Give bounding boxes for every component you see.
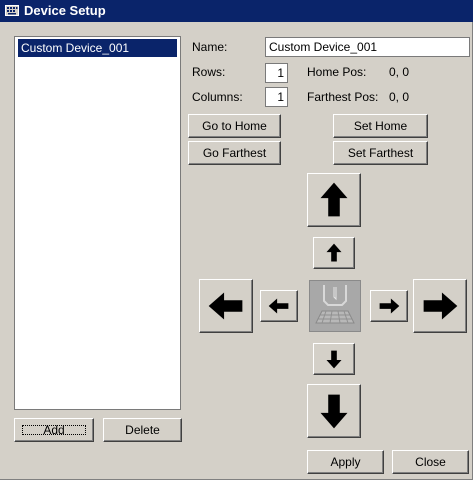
move-right-large-button[interactable] — [413, 279, 467, 333]
arrow-right-large-icon — [423, 292, 458, 320]
move-down-small-button[interactable] — [313, 343, 355, 375]
window-title: Device Setup — [24, 3, 106, 18]
farthest-pos-label: Farthest Pos: — [307, 90, 379, 104]
name-label: Name: — [192, 40, 228, 54]
set-home-button[interactable]: Set Home — [333, 114, 428, 138]
arrow-down-small-icon — [326, 350, 342, 369]
apply-button-label: Apply — [330, 455, 361, 469]
go-to-home-button[interactable]: Go to Home — [188, 114, 281, 138]
title-bar: Device Setup — [0, 0, 473, 22]
device-plate-icon — [315, 285, 355, 324]
set-farthest-label: Set Farthest — [347, 146, 414, 160]
rows-field[interactable]: 1 — [265, 63, 288, 83]
home-pos-value: 0, 0 — [389, 65, 410, 79]
rows-label: Rows: — [192, 65, 226, 79]
list-item-selected[interactable]: Custom Device_001 — [18, 39, 177, 57]
move-left-small-button[interactable] — [260, 290, 298, 322]
move-up-small-button[interactable] — [313, 237, 355, 269]
farthest-pos-value: 0, 0 — [389, 90, 410, 104]
keyboard-icon — [5, 5, 19, 16]
device-plate-display — [309, 280, 361, 332]
add-button[interactable]: Add — [14, 418, 94, 442]
move-left-large-button[interactable] — [199, 279, 253, 333]
go-farthest-label: Go Farthest — [202, 146, 267, 160]
columns-label: Columns: — [192, 90, 243, 104]
move-down-large-button[interactable] — [307, 384, 361, 438]
arrow-down-large-icon — [320, 394, 348, 429]
move-right-small-button[interactable] — [370, 290, 408, 322]
delete-button-label: Delete — [125, 423, 160, 437]
go-farthest-button[interactable]: Go Farthest — [188, 141, 281, 165]
delete-button[interactable]: Delete — [103, 418, 182, 442]
arrow-left-small-icon — [268, 298, 289, 314]
arrow-left-large-icon — [208, 292, 243, 320]
home-pos-label: Home Pos: — [307, 65, 367, 79]
name-field[interactable]: Custom Device_001 — [265, 37, 470, 57]
columns-field[interactable]: 1 — [265, 87, 288, 107]
arrow-right-small-icon — [379, 298, 400, 314]
close-button[interactable]: Close — [392, 450, 469, 474]
add-button-label: Add — [19, 422, 89, 438]
device-list[interactable]: Custom Device_001 — [14, 36, 181, 410]
apply-button[interactable]: Apply — [307, 450, 384, 474]
arrow-up-large-icon — [320, 182, 348, 217]
device-setup-window: Device Setup Custom Device_001 Add Delet… — [0, 0, 473, 480]
set-farthest-button[interactable]: Set Farthest — [333, 141, 428, 165]
move-up-large-button[interactable] — [307, 173, 361, 227]
close-button-label: Close — [415, 455, 446, 469]
go-to-home-label: Go to Home — [202, 119, 267, 133]
set-home-label: Set Home — [353, 119, 408, 133]
arrow-up-small-icon — [326, 243, 342, 262]
